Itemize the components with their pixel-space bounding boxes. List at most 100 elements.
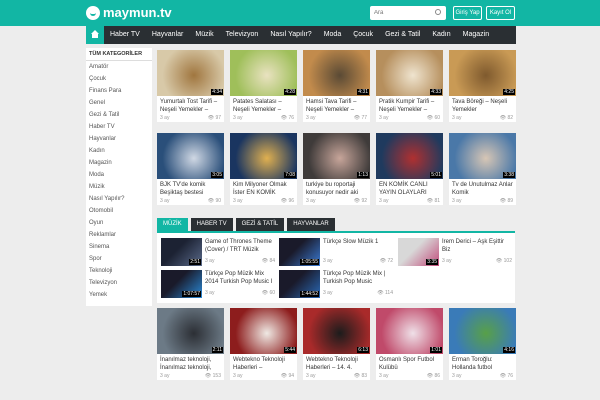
search-icon[interactable] bbox=[435, 9, 441, 15]
video-title[interactable]: Game of Thrones Theme (Cover) / TRT Müzi… bbox=[205, 238, 275, 254]
video-title[interactable]: Türkçe Pop Müzik Mix 2014 Turkish Pop Mu… bbox=[205, 270, 275, 286]
video-card[interactable]: 4:16 Erman Toroğlu: Hollanda futbol 3 ay 👁 … bbox=[449, 308, 516, 380]
video-title[interactable]: Tava Böreği – Neşeli Yemekler bbox=[449, 96, 516, 114]
video-title[interactable]: Türkçe Slow Müzik 1 bbox=[323, 238, 393, 254]
video-thumbnail[interactable]: 5:01 bbox=[376, 133, 443, 179]
sidebar-item[interactable]: Gezi & Tatil bbox=[86, 109, 152, 121]
video-title[interactable]: İnanılmaz teknoloji, İnanılmaz teknoloji… bbox=[157, 354, 224, 372]
video-thumbnail[interactable]: 4:33 bbox=[376, 50, 443, 96]
video-card[interactable]: 5:44Webtekno Teknoloji Haberleri – 17.02… bbox=[230, 308, 297, 380]
sidebar-item[interactable]: Haber TV bbox=[86, 121, 152, 133]
nav-item[interactable]: Çocuk bbox=[347, 26, 379, 44]
sidebar-item[interactable]: Oyun bbox=[86, 217, 152, 229]
video-thumbnail[interactable]: 5:44 bbox=[230, 308, 297, 354]
video-title[interactable]: BJK TV'de komik Beşiktaş bestesi bbox=[157, 179, 224, 197]
tab-gezi-tatil[interactable]: GEZİ & TATİL bbox=[235, 218, 285, 231]
video-thumbnail[interactable]: 4:28 bbox=[230, 50, 297, 96]
sidebar-item[interactable]: Moda bbox=[86, 169, 152, 181]
video-title[interactable]: Yumurtalı Tost Tarifi – Neşeli Yemekler … bbox=[157, 96, 224, 114]
video-thumbnail[interactable]: 4:25 bbox=[449, 50, 516, 96]
video-title[interactable]: EN KOMİK CANLI YAYIN OLAYLARI bbox=[376, 179, 443, 197]
nav-item[interactable]: Magazin bbox=[457, 26, 495, 44]
sidebar-item[interactable]: Televizyon bbox=[86, 277, 152, 289]
video-thumbnail[interactable]: 4:16 bbox=[449, 308, 516, 354]
tab-video-item[interactable]: 3:35 İrem Derici – Aşk Eşittir Biz 3 ay 👁 1… bbox=[394, 237, 512, 267]
video-thumbnail[interactable]: 1:13 bbox=[303, 133, 370, 179]
nav-item[interactable]: Müzik bbox=[189, 26, 219, 44]
nav-item[interactable]: Nasıl Yapılır? bbox=[264, 26, 317, 44]
tab-hayvanlar[interactable]: HAYVANLAR bbox=[287, 218, 335, 231]
tab-haber-tv[interactable]: HABER TV bbox=[190, 218, 233, 231]
sidebar-item[interactable]: Sinema bbox=[86, 241, 152, 253]
video-title[interactable]: Hamsi Tava Tarifi – Neşeli Yemekler – bbox=[303, 96, 370, 114]
sidebar-item[interactable]: Reklamlar bbox=[86, 229, 152, 241]
video-card[interactable]: 4:34 Yumurtalı Tost Tarifi – Neşeli Yemek… bbox=[157, 50, 224, 122]
video-thumbnail[interactable]: 3:38 bbox=[449, 133, 516, 179]
video-title[interactable]: Patates Salatası – Neşeli Yemekler – bbox=[230, 96, 297, 114]
video-card[interactable]: 3:05 BJK TV'de komik Beşiktaş bestesi 3 ay… bbox=[157, 133, 224, 205]
sidebar-item[interactable]: Magazin bbox=[86, 157, 152, 169]
site-logo[interactable]: maymun.tv bbox=[86, 5, 172, 20]
video-card[interactable]: 7:08 Kim Milyoner Olmak İster EN KOMİK 3 a… bbox=[230, 133, 297, 205]
home-icon[interactable] bbox=[86, 26, 104, 44]
signup-button[interactable]: Kayıt Ol bbox=[486, 6, 515, 20]
video-title[interactable]: turkiye bu roportaji konusuyor nedir aki bbox=[303, 179, 370, 197]
video-title[interactable]: İrem Derici – Aşk Eşittir Biz bbox=[442, 238, 512, 254]
video-card[interactable]: 1:01 Osmanlı Spor Futbol Kulübü 3 ay 👁 86 bbox=[376, 308, 443, 380]
video-card[interactable]: 2:11 İnanılmaz teknoloji, İnanılmaz tekno… bbox=[157, 308, 224, 380]
video-title[interactable]: Türkçe Pop Müzik Mix | Turkish Pop Music bbox=[323, 270, 393, 286]
sidebar-item[interactable]: Çocuk bbox=[86, 73, 152, 85]
video-card[interactable]: 4:31 Hamsi Tava Tarifi – Neşeli Yemekler … bbox=[303, 50, 370, 122]
video-card[interactable]: 3:38 Tv de Unutulmaz Anlar Komik 3 ay 👁 89 bbox=[449, 133, 516, 205]
tab-video-item[interactable]: 1:07:57 Türkçe Pop Müzik Mix 2014 Turkish… bbox=[157, 269, 275, 299]
sidebar-item[interactable]: Kadın bbox=[86, 145, 152, 157]
sidebar-item[interactable]: Yemek bbox=[86, 289, 152, 301]
nav-item[interactable]: Hayvanlar bbox=[146, 26, 190, 44]
video-card[interactable]: 4:25 Tava Böreği – Neşeli Yemekler 3 ay 👁 8… bbox=[449, 50, 516, 122]
login-button[interactable]: Giriş Yap bbox=[453, 6, 482, 20]
sidebar-item[interactable]: Müzik bbox=[86, 181, 152, 193]
video-title[interactable]: Webtekno Teknoloji Haberleri – 17.02.201… bbox=[230, 354, 297, 372]
tab-video-item[interactable]: 2:51 Game of Thrones Theme (Cover) / TRT … bbox=[157, 237, 275, 267]
sidebar-item[interactable]: Nasıl Yapılır? bbox=[86, 193, 152, 205]
sidebar-item[interactable]: Teknoloji bbox=[86, 265, 152, 277]
duration-badge: 4:33 bbox=[430, 89, 442, 95]
nav-item[interactable]: Moda bbox=[318, 26, 348, 44]
nav-item[interactable]: Haber TV bbox=[104, 26, 146, 44]
sidebar-item[interactable]: Spor bbox=[86, 253, 152, 265]
video-thumbnail[interactable]: 4:31 bbox=[303, 50, 370, 96]
video-thumbnail[interactable]: 6:13 bbox=[303, 308, 370, 354]
nav-item[interactable]: Televizyon bbox=[220, 26, 265, 44]
sidebar-item[interactable]: Amatör bbox=[86, 61, 152, 73]
video-thumbnail[interactable]: 1:44:52 bbox=[279, 270, 320, 298]
video-thumbnail[interactable]: 2:11 bbox=[157, 308, 224, 354]
sidebar-item[interactable]: Hayvanlar bbox=[86, 133, 152, 145]
video-card[interactable]: 1:13 turkiye bu roportaji konusuyor nedir… bbox=[303, 133, 370, 205]
video-card[interactable]: 4:28 Patates Salatası – Neşeli Yemekler –… bbox=[230, 50, 297, 122]
video-thumbnail[interactable]: 1:07:57 bbox=[161, 270, 202, 298]
video-title[interactable]: Osmanlı Spor Futbol Kulübü bbox=[376, 354, 443, 372]
tab-muzik[interactable]: MÜZİK bbox=[157, 218, 188, 231]
tab-video-item[interactable]: 1:44:52 Türkçe Pop Müzik Mix | Turkish Po… bbox=[275, 269, 393, 299]
video-thumbnail[interactable]: 7:08 bbox=[230, 133, 297, 179]
video-thumbnail[interactable]: 1:01 bbox=[376, 308, 443, 354]
video-title[interactable]: Kim Milyoner Olmak İster EN KOMİK bbox=[230, 179, 297, 197]
video-title[interactable]: Pratik Kumpir Tarifi – Neşeli Yemekler – bbox=[376, 96, 443, 114]
video-thumbnail[interactable]: 2:51 bbox=[161, 238, 202, 266]
video-title[interactable]: Webtekno Teknoloji Haberleri – 14. 4. 20… bbox=[303, 354, 370, 372]
video-title[interactable]: Tv de Unutulmaz Anlar Komik bbox=[449, 179, 516, 197]
video-card[interactable]: 6:13 Webtekno Teknoloji Haberleri – 14. 4… bbox=[303, 308, 370, 380]
nav-item[interactable]: Kadın bbox=[426, 26, 456, 44]
sidebar-item[interactable]: Finans Para bbox=[86, 85, 152, 97]
video-thumbnail[interactable]: 1:05:55 bbox=[279, 238, 320, 266]
nav-item[interactable]: Gezi & Tatil bbox=[379, 26, 426, 44]
video-card[interactable]: 4:33 Pratik Kumpir Tarifi – Neşeli Yemekl… bbox=[376, 50, 443, 122]
video-thumbnail[interactable]: 4:34 bbox=[157, 50, 224, 96]
tab-video-item[interactable]: 1:05:55 Türkçe Slow Müzik 1 3 ay 👁 72 bbox=[275, 237, 393, 267]
sidebar-item[interactable]: Genel bbox=[86, 97, 152, 109]
video-card[interactable]: 5:01 EN KOMİK CANLI YAYIN OLAYLARI 3 ay 👁 8… bbox=[376, 133, 443, 205]
sidebar-item[interactable]: Otomobil bbox=[86, 205, 152, 217]
video-thumbnail[interactable]: 3:35 bbox=[398, 238, 439, 266]
video-thumbnail[interactable]: 3:05 bbox=[157, 133, 224, 179]
video-title[interactable]: Erman Toroğlu: Hollanda futbol bbox=[449, 354, 516, 372]
